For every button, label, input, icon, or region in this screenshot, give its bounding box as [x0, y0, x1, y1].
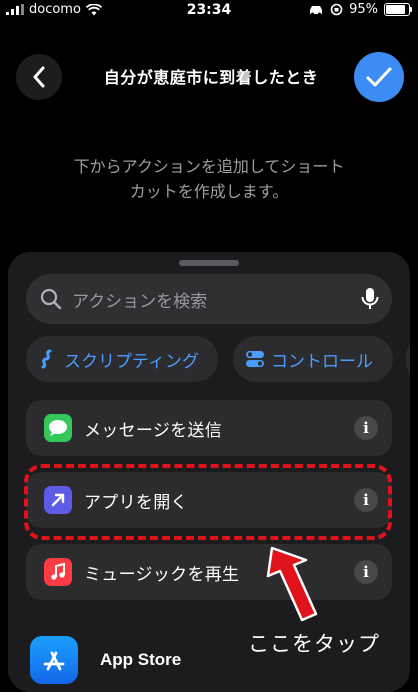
checkmark-icon	[366, 67, 392, 87]
chip-scripting-label: スクリプティング	[64, 351, 199, 372]
page-title: 自分が恵庭市に到着したとき	[103, 68, 319, 87]
suggestion-label: App Store	[100, 650, 182, 669]
status-bar: docomo 23:34 95%	[0, 0, 418, 22]
toggle-icon	[246, 351, 264, 367]
battery-percent: 95%	[349, 2, 378, 17]
done-button[interactable]	[354, 52, 404, 102]
music-icon	[44, 558, 72, 586]
action-play-music[interactable]: ミュージックを再生 i	[26, 544, 392, 600]
chip-more[interactable]	[406, 336, 410, 382]
chip-controls-label: コントロール	[271, 351, 373, 372]
empty-state-hint: 下からアクションを追加してショート カットを作成します。	[40, 154, 378, 204]
action-send-message[interactable]: メッセージを送信 i	[26, 400, 392, 456]
info-icon[interactable]: i	[354, 560, 378, 584]
sheet-grabber[interactable]	[179, 260, 239, 266]
search-input[interactable]: アクションを検索	[26, 274, 392, 324]
red-arrow-icon	[266, 546, 318, 622]
scripting-icon	[41, 349, 52, 369]
chip-controls[interactable]: コントロール	[233, 336, 393, 382]
info-icon[interactable]: i	[354, 416, 378, 440]
tap-highlight-box	[24, 464, 392, 540]
microphone-icon[interactable]	[360, 287, 380, 311]
chevron-left-icon	[33, 66, 45, 88]
status-right: 95%	[308, 2, 412, 17]
annotation-caption: ここをタップ	[248, 632, 380, 656]
category-chips: スクリプティング コントロール	[26, 336, 410, 386]
back-button[interactable]	[16, 54, 62, 100]
chip-scripting[interactable]: スクリプティング	[26, 336, 218, 382]
car-icon	[310, 5, 323, 15]
messages-icon	[44, 414, 72, 442]
hint-line-1: 下からアクションを追加してショート	[73, 157, 345, 176]
battery-icon	[384, 3, 412, 16]
hint-line-2: カットを作成します。	[129, 182, 289, 201]
search-icon	[40, 288, 62, 310]
rotation-lock-icon	[330, 3, 343, 16]
search-placeholder: アクションを検索	[72, 291, 208, 312]
action-label: メッセージを送信	[84, 420, 223, 441]
